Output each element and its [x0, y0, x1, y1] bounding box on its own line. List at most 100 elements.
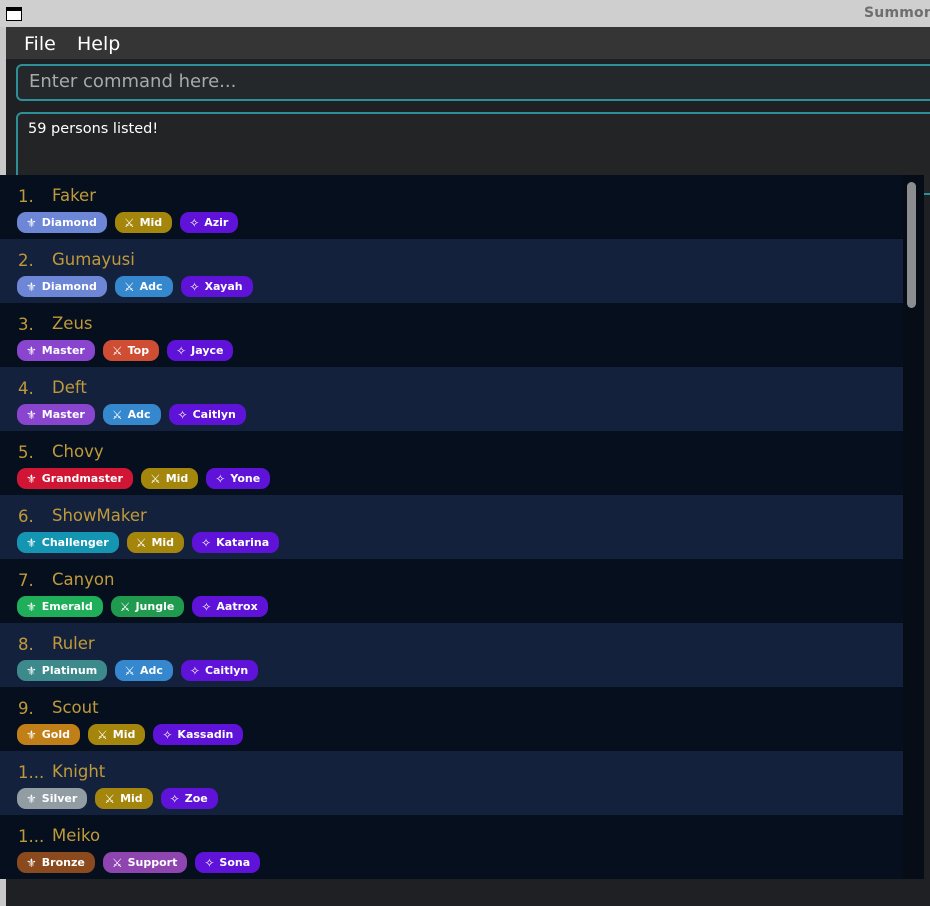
role-tag-label: Adc	[139, 280, 163, 293]
rank-tag: ⚜ Platinum	[17, 660, 108, 681]
champion-tag-label: Xayah	[204, 280, 243, 293]
rank-tag: ⚜ Master	[17, 404, 95, 425]
role-tag: ⚔ Adc	[115, 660, 173, 681]
person-index: 1...	[18, 763, 45, 782]
champion-tag-label: Jayce	[191, 344, 224, 357]
role-tag: ⚔ Jungle	[110, 596, 185, 617]
role-tag: ⚔ Mid	[140, 468, 199, 489]
person-name: Gumayusi	[52, 250, 135, 269]
menu-file[interactable]: File	[24, 33, 56, 55]
champion-tag: ✧ Kassadin	[153, 724, 244, 745]
sparkle-icon: ✧	[201, 535, 212, 550]
rank-tag-label: Platinum	[41, 664, 98, 677]
person-index: 1...	[18, 827, 45, 846]
champion-tag: ✧ Jayce	[167, 340, 234, 361]
rank-tag: ⚜ Gold	[17, 724, 80, 745]
fleur-de-lis-icon: ⚜	[26, 663, 37, 678]
rank-tag-label: Gold	[41, 728, 70, 741]
rank-tag-label: Diamond	[41, 280, 97, 293]
person-name: Canyon	[52, 570, 115, 589]
champion-tag: ✧ Xayah	[180, 276, 253, 297]
command-input[interactable]	[29, 71, 909, 92]
person-tags: ⚜ Grandmaster ⚔ Mid ✧ Yone	[17, 468, 271, 489]
rank-tag-label: Challenger	[41, 536, 109, 549]
sparkle-icon: ✧	[169, 791, 180, 806]
fleur-de-lis-icon: ⚜	[26, 407, 37, 422]
sparkle-icon: ✧	[189, 279, 200, 294]
person-card[interactable]: 8. Ruler ⚜ Platinum ⚔ Adc ✧ Caitlyn	[0, 623, 903, 687]
result-message: 59 persons listed!	[28, 121, 159, 137]
champion-tag-label: Kassadin	[177, 728, 234, 741]
crossed-swords-icon: ⚔	[135, 535, 147, 550]
person-index: 1.	[18, 187, 34, 206]
rank-tag-label: Bronze	[41, 856, 85, 869]
role-tag-label: Mid	[151, 536, 175, 549]
menu-help[interactable]: Help	[77, 33, 120, 55]
person-card[interactable]: 2. Gumayusi ⚜ Diamond ⚔ Adc ✧ Xayah	[0, 239, 903, 303]
person-name: Faker	[52, 186, 96, 205]
fleur-de-lis-icon: ⚜	[26, 791, 37, 806]
champion-tag: ✧ Zoe	[160, 788, 218, 809]
champion-tag: ✧ Aatrox	[192, 596, 268, 617]
role-tag: ⚔ Support	[102, 852, 188, 873]
person-name: Zeus	[52, 314, 93, 333]
person-card[interactable]: 5. Chovy ⚜ Grandmaster ⚔ Mid ✧ Yone	[0, 431, 903, 495]
person-tags: ⚜ Gold ⚔ Mid ✧ Kassadin	[17, 724, 244, 745]
sparkle-icon: ✧	[189, 215, 200, 230]
fleur-de-lis-icon: ⚜	[26, 471, 37, 486]
person-tags: ⚜ Diamond ⚔ Mid ✧ Azir	[17, 212, 239, 233]
champion-tag-label: Caitlyn	[192, 408, 236, 421]
fleur-de-lis-icon: ⚜	[26, 599, 37, 614]
person-index: 6.	[18, 507, 34, 526]
sparkle-icon: ✧	[176, 343, 187, 358]
person-card[interactable]: 6. ShowMaker ⚜ Challenger ⚔ Mid ✧ Katarina	[0, 495, 903, 559]
champion-tag-label: Yone	[230, 472, 261, 485]
rank-tag: ⚜ Challenger	[17, 532, 119, 553]
role-tag: ⚔ Mid	[88, 724, 146, 745]
champion-tag: ✧ Sona	[195, 852, 261, 873]
person-card[interactable]: 1... Meiko ⚜ Bronze ⚔ Support ✧ Sona	[0, 815, 903, 879]
window-icon[interactable]	[6, 7, 22, 21]
person-name: Meiko	[52, 826, 101, 845]
person-tags: ⚜ Master ⚔ Adc ✧ Caitlyn	[17, 404, 246, 425]
sparkle-icon: ✧	[201, 599, 212, 614]
role-tag-label: Top	[127, 344, 150, 357]
person-card[interactable]: 1... Knight ⚜ Silver ⚔ Mid ✧ Zoe	[0, 751, 903, 815]
sparkle-icon: ✧	[215, 471, 226, 486]
crossed-swords-icon: ⚔	[104, 791, 116, 806]
role-tag: ⚔ Adc	[102, 404, 161, 425]
role-tag-label: Support	[127, 856, 178, 869]
person-name: Knight	[52, 762, 106, 781]
rank-tag-label: Emerald	[41, 600, 93, 613]
person-list[interactable]: 1. Faker ⚜ Diamond ⚔ Mid ✧ Azir 2. Gumayusi ⚜ Diamo…	[0, 175, 903, 879]
person-index: 3.	[18, 315, 34, 334]
rank-tag-label: Silver	[41, 792, 78, 805]
person-index: 8.	[18, 635, 34, 654]
fleur-de-lis-icon: ⚜	[26, 343, 37, 358]
champion-tag-label: Katarina	[216, 536, 270, 549]
person-list-scrollbar[interactable]	[903, 175, 924, 879]
scrollbar-thumb[interactable]	[907, 182, 916, 308]
role-tag: ⚔ Mid	[95, 788, 153, 809]
person-index: 2.	[18, 251, 34, 270]
person-card[interactable]: 4. Deft ⚜ Master ⚔ Adc ✧ Caitlyn	[0, 367, 903, 431]
champion-tag: ✧ Caitlyn	[168, 404, 246, 425]
rank-tag: ⚜ Diamond	[17, 276, 107, 297]
sparkle-icon: ✧	[162, 727, 173, 742]
role-tag-label: Mid	[139, 216, 163, 229]
person-index: 4.	[18, 379, 34, 398]
rank-tag: ⚜ Master	[17, 340, 95, 361]
fleur-de-lis-icon: ⚜	[26, 535, 37, 550]
person-card[interactable]: 7. Canyon ⚜ Emerald ⚔ Jungle ✧ Aatrox	[0, 559, 903, 623]
person-tags: ⚜ Diamond ⚔ Adc ✧ Xayah	[17, 276, 253, 297]
person-card[interactable]: 9. Scout ⚜ Gold ⚔ Mid ✧ Kassadin	[0, 687, 903, 751]
champion-tag: ✧ Caitlyn	[180, 660, 259, 681]
crossed-swords-icon: ⚔	[97, 727, 108, 742]
person-name: ShowMaker	[52, 506, 147, 525]
person-card[interactable]: 3. Zeus ⚜ Master ⚔ Top ✧ Jayce	[0, 303, 903, 367]
role-tag-label: Jungle	[135, 600, 175, 613]
command-box	[16, 64, 930, 101]
rank-tag: ⚜ Emerald	[17, 596, 103, 617]
person-card[interactable]: 1. Faker ⚜ Diamond ⚔ Mid ✧ Azir	[0, 175, 903, 239]
person-tags: ⚜ Bronze ⚔ Support ✧ Sona	[17, 852, 261, 873]
